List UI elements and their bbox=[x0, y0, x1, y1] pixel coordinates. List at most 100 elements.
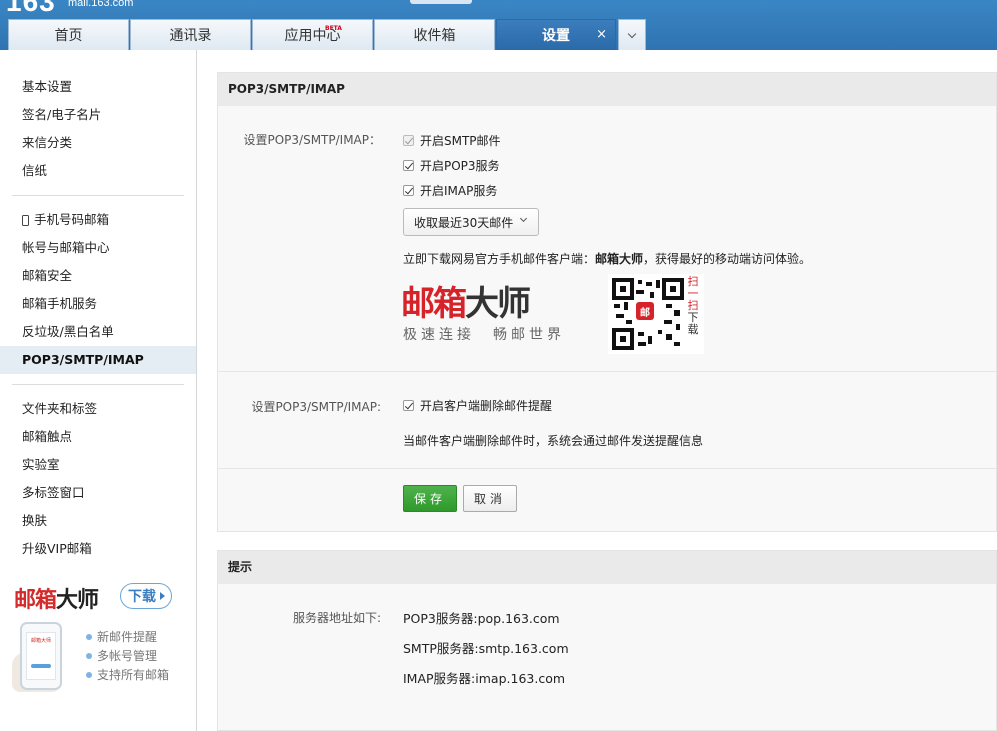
checkbox-control[interactable] bbox=[403, 185, 414, 196]
logo-163[interactable]: 163 bbox=[6, 0, 56, 18]
sidebar-divider bbox=[12, 195, 184, 196]
qr-caption: 扫一扫 下载 bbox=[686, 276, 700, 336]
sidebar-item-touchpoints[interactable]: 邮箱触点 bbox=[0, 423, 196, 451]
tab-contacts[interactable]: 通讯录 bbox=[130, 19, 251, 50]
tab-settings[interactable]: 设置 × bbox=[496, 19, 616, 50]
service-options: 开启SMTP邮件 开启POP3服务 开启IMAP服务 bbox=[403, 128, 501, 203]
mobile-phone-icon bbox=[22, 214, 29, 226]
sidebar-divider bbox=[12, 384, 184, 385]
imap-checkbox[interactable]: 开启IMAP服务 bbox=[403, 178, 501, 203]
actions-row: 保存 取消 bbox=[218, 469, 996, 531]
tip-bold: 邮箱大师 bbox=[595, 252, 644, 266]
qr-brand-mark: 邮 bbox=[636, 302, 654, 320]
sidebar-group-other: 文件夹和标签 邮箱触点 实验室 多标签窗口 换肤 升级VIP邮箱 bbox=[0, 395, 196, 563]
sidebar-group-basic: 基本设置 签名/电子名片 来信分类 信纸 bbox=[0, 73, 196, 185]
brand-red-text: 邮箱 bbox=[401, 284, 467, 324]
tab-app-center[interactable]: 应用中心 BETA bbox=[252, 19, 373, 50]
panel-title: 提示 bbox=[218, 551, 996, 584]
header-handle[interactable] bbox=[410, 0, 472, 4]
pop3-server: POP3服务器:pop.163.com bbox=[403, 611, 560, 626]
tab-more-button[interactable] bbox=[618, 19, 646, 50]
feature-item: 新邮件提醒 bbox=[86, 628, 157, 645]
settings-sidebar: 基本设置 签名/电子名片 来信分类 信纸 手机号码邮箱 帐号与邮箱中心 邮箱安全… bbox=[0, 50, 197, 731]
save-button[interactable]: 保存 bbox=[403, 485, 457, 512]
sidebar-item-basic[interactable]: 基本设置 bbox=[0, 73, 196, 101]
sidebar-item-vip[interactable]: 升级VIP邮箱 bbox=[0, 535, 196, 563]
tip-text: ，获得最好的移动端访问体验。 bbox=[643, 252, 812, 266]
pop3-options-row: 设置POP3/SMTP/IMAP： 开启SMTP邮件 开启POP3服务 开启IM… bbox=[218, 106, 996, 372]
cancel-button[interactable]: 取消 bbox=[463, 485, 517, 512]
qr-code[interactable]: 邮 扫一扫 下载 bbox=[608, 274, 704, 354]
brand-slogan: 极速连接 畅邮世界 bbox=[403, 327, 565, 343]
sidebar-item-skin[interactable]: 换肤 bbox=[0, 507, 196, 535]
sidebar-item-signature[interactable]: 签名/电子名片 bbox=[0, 101, 196, 129]
delete-notice-field: 开启客户端删除邮件提醒 bbox=[403, 393, 552, 418]
sidebar-item-stationery[interactable]: 信纸 bbox=[0, 157, 196, 185]
tip-text: 立即下载网易官方手机邮件客户端： bbox=[403, 252, 596, 266]
beta-badge: BETA bbox=[325, 25, 342, 32]
sidebar-item-folders[interactable]: 文件夹和标签 bbox=[0, 395, 196, 423]
server-label: 服务器地址如下: bbox=[292, 611, 381, 625]
chevron-down-icon bbox=[519, 214, 528, 223]
download-label: 下载 bbox=[128, 589, 156, 605]
pop3-settings-panel: POP3/SMTP/IMAP 设置POP3/SMTP/IMAP： 开启SMTP邮… bbox=[217, 72, 997, 532]
fetch-range-wrap: 收取最近30天邮件 bbox=[403, 208, 539, 236]
logo-domain: mail.163.com bbox=[68, 0, 134, 9]
phone-illustration: 邮箱大师 bbox=[20, 622, 62, 690]
sidebar-item-antispam[interactable]: 反垃圾/黑白名单 bbox=[0, 318, 196, 346]
top-header: 163 mail.163.com 首页 通讯录 应用中心 BETA 收件箱 设置… bbox=[0, 0, 997, 50]
mail-master-brand[interactable]: 邮箱大师 bbox=[401, 276, 531, 325]
panel-title: POP3/SMTP/IMAP bbox=[218, 73, 996, 106]
download-button[interactable]: 下载 bbox=[120, 583, 172, 609]
mail-master-promo[interactable]: 邮箱大师 下载 邮箱大师 新邮件提醒 多帐号管理 支持所有邮箱 bbox=[12, 580, 192, 730]
tab-inbox[interactable]: 收件箱 bbox=[374, 19, 495, 50]
logo-red-text: 邮箱 bbox=[14, 588, 57, 613]
qr-caption-red: 扫一扫 bbox=[687, 275, 699, 312]
checkbox-label: 开启SMTP邮件 bbox=[420, 134, 501, 148]
sidebar-item-mobile-mail[interactable]: 手机号码邮箱 bbox=[0, 206, 196, 234]
feature-item: 多帐号管理 bbox=[86, 647, 157, 664]
close-icon[interactable]: × bbox=[596, 27, 607, 42]
sidebar-group-account: 手机号码邮箱 帐号与邮箱中心 邮箱安全 邮箱手机服务 反垃圾/黑白名单 POP3… bbox=[0, 206, 196, 374]
main-tabs: 首页 通讯录 应用中心 BETA 收件箱 设置 × bbox=[8, 19, 646, 50]
select-value: 收取最近30天邮件 bbox=[414, 215, 514, 230]
checkbox-label: 开启POP3服务 bbox=[420, 159, 500, 173]
sidebar-item-account-center[interactable]: 帐号与邮箱中心 bbox=[0, 234, 196, 262]
imap-server: IMAP服务器:imap.163.com bbox=[403, 671, 566, 686]
client-tip: 立即下载网易官方手机邮件客户端：邮箱大师，获得最好的移动端访问体验。 bbox=[403, 250, 811, 267]
sidebar-item-pop3[interactable]: POP3/SMTP/IMAP bbox=[0, 346, 196, 374]
tab-label: 通讯录 bbox=[169, 28, 212, 44]
section-label: 设置POP3/SMTP/IMAP: bbox=[251, 400, 381, 414]
delete-notice-checkbox[interactable]: 开启客户端删除邮件提醒 bbox=[403, 393, 552, 418]
tab-home[interactable]: 首页 bbox=[8, 19, 129, 50]
pop3-checkbox[interactable]: 开启POP3服务 bbox=[403, 153, 501, 178]
delete-notice-row: 设置POP3/SMTP/IMAP: 开启客户端删除邮件提醒 当邮件客户端删除邮件… bbox=[218, 372, 996, 469]
tab-label: 收件箱 bbox=[413, 28, 456, 44]
mail-master-logo: 邮箱大师 bbox=[14, 582, 99, 614]
sidebar-item-multitab[interactable]: 多标签窗口 bbox=[0, 479, 196, 507]
logo-dark-text: 大师 bbox=[56, 588, 99, 613]
smtp-checkbox: 开启SMTP邮件 bbox=[403, 128, 501, 153]
sidebar-item-filter[interactable]: 来信分类 bbox=[0, 129, 196, 157]
brand-dark-text: 大师 bbox=[465, 284, 531, 324]
pop3-panel: POP3/SMTP/IMAP 设置POP3/SMTP/IMAP： 开启SMTP邮… bbox=[217, 72, 997, 532]
checkbox-control bbox=[403, 135, 414, 146]
sidebar-item-label: 手机号码邮箱 bbox=[34, 212, 110, 227]
sidebar-item-mobile-service[interactable]: 邮箱手机服务 bbox=[0, 290, 196, 318]
checkbox-control[interactable] bbox=[403, 160, 414, 171]
checkbox-control[interactable] bbox=[403, 400, 414, 411]
phone-screen: 邮箱大师 bbox=[26, 632, 56, 680]
arrow-right-icon bbox=[160, 592, 165, 600]
delete-notice-desc: 当邮件客户端删除邮件时，系统会通过邮件发送提醒信息 bbox=[403, 434, 704, 448]
phone-screen-text: 邮箱大师 bbox=[30, 638, 51, 644]
phone-screen-button bbox=[31, 664, 51, 668]
hint-panel: 提示 服务器地址如下: POP3服务器:pop.163.com SMTP服务器:… bbox=[217, 550, 997, 731]
tab-label: 设置 bbox=[542, 28, 570, 44]
sidebar-item-lab[interactable]: 实验室 bbox=[0, 451, 196, 479]
checkbox-label: 开启客户端删除邮件提醒 bbox=[420, 399, 553, 413]
section-label: 设置POP3/SMTP/IMAP： bbox=[243, 133, 381, 147]
feature-item: 支持所有邮箱 bbox=[86, 666, 169, 683]
tab-label: 首页 bbox=[54, 28, 83, 44]
sidebar-item-security[interactable]: 邮箱安全 bbox=[0, 262, 196, 290]
fetch-range-select[interactable]: 收取最近30天邮件 bbox=[403, 208, 539, 236]
